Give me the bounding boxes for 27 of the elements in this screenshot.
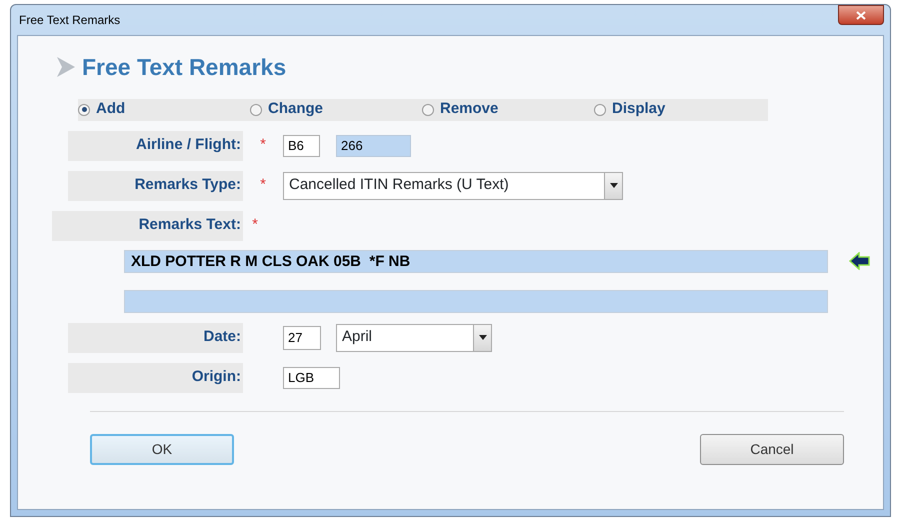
- radio-option[interactable]: Display: [594, 98, 766, 121]
- field-label: Remarks Text:: [52, 210, 243, 240]
- text-field[interactable]: LGB: [283, 366, 340, 388]
- dialog-button[interactable]: Cancel: [700, 434, 844, 464]
- day-field[interactable]: 27: [283, 326, 321, 350]
- radio-option[interactable]: Change: [250, 98, 422, 121]
- window-title: Free Text Remarks: [18, 12, 120, 29]
- dialog-heading: Free Text Remarks: [82, 53, 286, 82]
- dialog-button[interactable]: OK: [90, 434, 234, 464]
- text-field[interactable]: B6: [283, 134, 320, 156]
- field-label: Remarks Type:: [68, 170, 243, 200]
- required-mark: *: [252, 215, 258, 236]
- required-mark: *: [260, 135, 266, 156]
- caret-icon: [610, 183, 618, 188]
- required-mark: *: [260, 175, 266, 196]
- close-button[interactable]: [838, 5, 884, 25]
- month-dropdown[interactable]: April: [336, 324, 492, 352]
- field-label: Origin:: [68, 362, 243, 392]
- dropdown[interactable]: Cancelled ITIN Remarks (U Text): [283, 172, 623, 200]
- caret-icon: [478, 335, 486, 340]
- radio-option[interactable]: Remove: [422, 98, 594, 121]
- text-field[interactable]: 266: [336, 134, 411, 156]
- field-label: Date:: [68, 322, 243, 352]
- field-label: Airline / Flight:: [68, 130, 243, 160]
- chevron-icon: [56, 56, 76, 78]
- radio-option[interactable]: Add: [78, 98, 250, 121]
- close-icon: [856, 10, 866, 20]
